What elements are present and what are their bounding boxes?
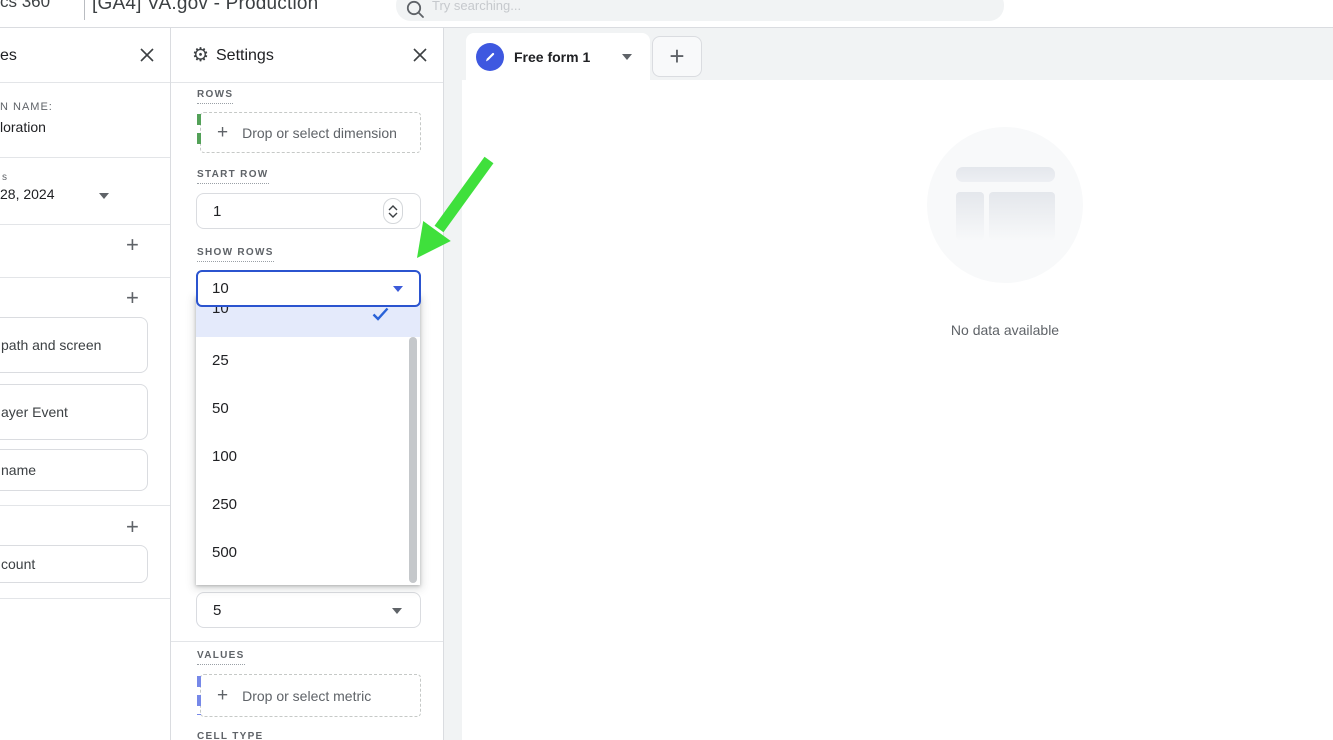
variables-panel-title: es	[0, 47, 17, 65]
date-range-caret-icon	[99, 193, 109, 199]
cell-type-label: CELL TYPE	[197, 731, 264, 740]
menu-item-label: 500	[212, 544, 237, 561]
metric-drop-zone[interactable]: + Drop or select metric	[200, 674, 421, 717]
tab-label: Free form 1	[514, 49, 590, 65]
dimension-chip-label: ayer Event	[1, 404, 68, 420]
dimension-chip[interactable]: ayer Event	[0, 384, 148, 440]
search-placeholder: Try searching...	[432, 0, 521, 13]
start-row-value: 1	[213, 203, 221, 220]
settings-close-button[interactable]	[412, 47, 428, 68]
placeholder-left-column	[956, 192, 984, 240]
topbar-divider	[84, 0, 85, 20]
rows-label: ROWS	[197, 89, 233, 104]
dimension-drop-zone[interactable]: + Drop or select dimension	[200, 112, 421, 153]
show-columns-select[interactable]: 5	[196, 592, 421, 628]
show-columns-value: 5	[213, 602, 221, 619]
menu-item-label: 25	[212, 352, 229, 369]
divider	[0, 82, 171, 83]
start-row-label: START ROW	[197, 169, 269, 184]
settings-panel-title: Settings	[216, 47, 274, 65]
property-title: [GA4] VA.gov - Production	[92, 0, 318, 15]
menu-item-label: 250	[212, 496, 237, 513]
menu-scrollbar[interactable]	[409, 337, 417, 583]
top-bar: cs 360 [GA4] VA.gov - Production Try sea…	[0, 0, 1333, 28]
metric-chip[interactable]: count	[0, 545, 148, 583]
menu-item-label: 50	[212, 400, 229, 417]
tab-caret-icon	[622, 54, 632, 60]
ga4-explorations-app: cs 360 [GA4] VA.gov - Production Try sea…	[0, 0, 1333, 740]
dropdown-caret-icon	[393, 286, 403, 292]
plus-icon: +	[217, 122, 228, 144]
drop-dimension-label: Drop or select dimension	[242, 125, 397, 141]
gear-icon: ⚙	[192, 44, 209, 66]
exploration-canvas: No data available	[462, 80, 1333, 740]
menu-item-label: 100	[212, 448, 237, 465]
show-rows-label: SHOW ROWS	[197, 247, 274, 262]
close-icon	[139, 47, 155, 63]
brand-text: cs 360	[0, 0, 50, 12]
menu-item[interactable]: 25	[196, 337, 420, 385]
start-row-stepper[interactable]	[383, 198, 403, 224]
exploration-name-value[interactable]: loration	[0, 119, 46, 135]
menu-item[interactable]: 100	[196, 433, 420, 481]
variables-panel: es N NAME: loration s 28, 2024 + + path …	[0, 28, 171, 740]
date-range[interactable]: s 28, 2024	[0, 168, 171, 224]
free-form-tab-icon	[476, 43, 504, 71]
dimension-accent-strip	[197, 114, 201, 151]
divider	[0, 598, 171, 599]
show-rows-value: 10	[212, 280, 229, 297]
dimension-chip-label: path and screen	[1, 337, 101, 353]
metric-accent-strip	[197, 676, 201, 715]
exploration-name-label: N NAME:	[0, 101, 53, 113]
menu-item[interactable]: 250	[196, 481, 420, 529]
divider	[0, 224, 171, 225]
empty-state-text: No data available	[927, 322, 1083, 338]
pencil-icon	[483, 50, 497, 64]
date-range-small-fragment: s	[2, 172, 7, 183]
close-icon	[412, 47, 428, 63]
drop-metric-label: Drop or select metric	[242, 688, 371, 704]
table-placeholder-icon	[927, 127, 1083, 283]
plus-icon: +	[217, 685, 228, 707]
dimension-chip[interactable]: path and screen	[0, 317, 148, 373]
divider	[0, 157, 171, 158]
start-row-input[interactable]: 1	[196, 193, 421, 229]
menu-item[interactable]: 50	[196, 385, 420, 433]
tab-free-form-1[interactable]: Free form 1	[466, 33, 650, 80]
search-icon	[404, 0, 426, 21]
divider	[171, 82, 443, 83]
show-rows-menu: 10 25 50 100 250 500	[196, 296, 420, 585]
placeholder-body-block	[989, 192, 1055, 240]
variables-close-button[interactable]	[139, 47, 155, 68]
divider	[171, 641, 443, 642]
panel-gap	[444, 28, 462, 740]
show-rows-select[interactable]: 10	[196, 270, 421, 307]
placeholder-header-bar	[956, 167, 1055, 182]
plus-icon: +	[669, 41, 684, 72]
dimension-chip[interactable]: name	[0, 449, 148, 491]
add-tab-button[interactable]: +	[652, 36, 702, 77]
divider	[0, 505, 171, 506]
chevron-up-icon	[388, 205, 398, 211]
checkmark-icon	[372, 307, 389, 321]
menu-item[interactable]: 500	[196, 529, 420, 577]
add-dimension-button[interactable]: +	[126, 289, 139, 307]
dimension-chip-label: name	[1, 462, 36, 478]
divider	[0, 277, 171, 278]
add-metric-button[interactable]: +	[126, 518, 139, 536]
metric-chip-label: count	[1, 556, 35, 572]
search-bar[interactable]: Try searching...	[396, 0, 1004, 21]
chevron-down-icon	[388, 212, 398, 218]
add-segment-button[interactable]: +	[126, 236, 139, 254]
date-range-value: 28, 2024	[0, 186, 55, 202]
dropdown-caret-icon	[392, 608, 402, 614]
values-label: VALUES	[197, 650, 245, 665]
